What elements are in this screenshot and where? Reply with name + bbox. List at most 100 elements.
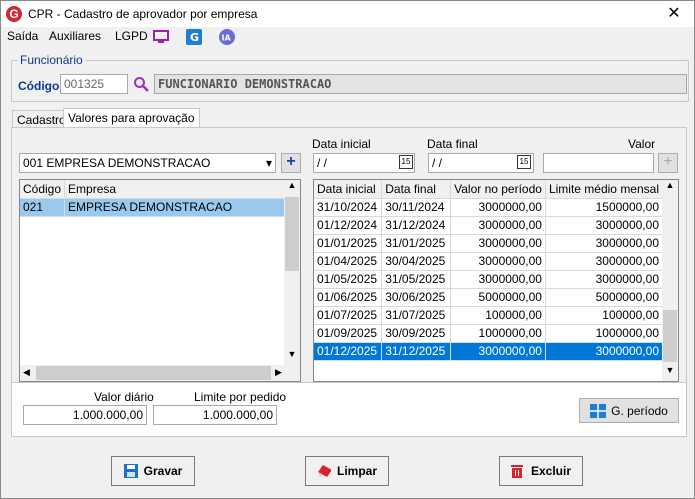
table-cell: 1000000,00: [545, 324, 664, 343]
scroll-down-icon[interactable]: ▼: [284, 349, 300, 365]
table-cell: 1000000,00: [450, 324, 546, 343]
table-cell: 30/09/2025: [381, 324, 451, 343]
chevron-down-icon[interactable]: ▾: [266, 156, 272, 170]
cell-empresa: EMPRESA DEMONSTRACAO: [64, 198, 286, 217]
funcionario-group: Funcionário Código 001325 FUNCIONARIO DE…: [11, 53, 689, 102]
table-row[interactable]: 01/09/2025 30/09/2025 1000000,00 1000000,00: [314, 324, 664, 343]
menu-auxiliares[interactable]: Auxiliares: [49, 29, 101, 43]
scroll-up-icon[interactable]: ▲: [284, 180, 300, 196]
monitor-icon[interactable]: [153, 29, 169, 45]
gravar-button[interactable]: Gravar: [111, 456, 195, 486]
periodos-scrollbar[interactable]: ▲ ▼: [662, 180, 678, 381]
hscroll-thumb[interactable]: [36, 366, 271, 380]
menu-saida[interactable]: Saída: [7, 29, 38, 43]
codigo-input[interactable]: 001325: [60, 74, 128, 94]
scroll-thumb[interactable]: [663, 310, 677, 362]
main-window: G CPR - Cadastro de aprovador por empres…: [0, 0, 695, 499]
table-cell: 31/07/2025: [381, 306, 451, 325]
table-row[interactable]: 021 EMPRESA DEMONSTRACAO: [20, 198, 286, 217]
table-cell: 01/12/2024: [314, 216, 383, 235]
add-empresa-button[interactable]: +: [281, 153, 301, 173]
tab-cadastro[interactable]: Cadastro: [12, 110, 71, 128]
table-cell: 01/04/2025: [314, 252, 383, 271]
calendar-icon[interactable]: 15: [399, 155, 413, 169]
add-periodo-button[interactable]: +: [658, 153, 678, 173]
periodos-grid-header: Data inicial Data final Valor no período…: [314, 180, 664, 199]
table-cell: 01/06/2025: [314, 288, 383, 307]
periodos-table: Data inicial Data final Valor no período…: [314, 180, 664, 361]
empresa-select[interactable]: 001 EMPRESA DEMONSTRACAO ▾: [19, 153, 276, 173]
save-icon: [123, 464, 138, 478]
valor-diario-input[interactable]: 1.000.000,00: [23, 405, 147, 425]
table-cell: 1500000,00: [545, 198, 664, 217]
table-cell: 5000000,00: [545, 288, 664, 307]
table-cell: 3000000,00: [450, 198, 546, 217]
table-cell: 31/05/2025: [381, 270, 451, 289]
table-row[interactable]: 01/05/2025 31/05/2025 3000000,00 3000000,00: [314, 270, 664, 289]
window-title: CPR - Cadastro de aprovador por empresa: [28, 7, 258, 21]
excluir-label: Excluir: [530, 464, 572, 478]
limpar-label: Limpar: [336, 464, 377, 478]
g-logo-icon[interactable]: G: [186, 29, 202, 45]
ia-assistant-icon[interactable]: IA: [219, 29, 235, 45]
header-valor-periodo: Valor no período: [450, 180, 546, 199]
codigo-label: Código: [18, 79, 60, 93]
funcionario-name-field: FUNCIONARIO DEMONSTRACAO: [154, 74, 687, 94]
table-cell: 3000000,00: [450, 234, 546, 253]
table-row[interactable]: 01/12/2025 31/12/2025 3000000,00 3000000,00: [314, 342, 664, 361]
table-cell: 3000000,00: [450, 270, 546, 289]
table-cell: 31/12/2025: [381, 342, 451, 361]
scroll-down-icon[interactable]: ▼: [662, 365, 678, 381]
data-inicial-label: Data inicial: [312, 137, 371, 151]
header-data-inicial: Data inicial: [314, 180, 383, 199]
search-icon[interactable]: [133, 76, 149, 95]
table-row[interactable]: 01/04/2025 30/04/2025 3000000,00 3000000,00: [314, 252, 664, 271]
close-button[interactable]: ✕: [654, 1, 694, 27]
table-cell: 100000,00: [545, 306, 664, 325]
eraser-icon: [317, 465, 331, 477]
table-cell: 01/09/2025: [314, 324, 383, 343]
table-cell: 3000000,00: [450, 216, 546, 235]
table-cell: 5000000,00: [450, 288, 546, 307]
limpar-button[interactable]: Limpar: [305, 456, 389, 486]
calendar-icon[interactable]: 15: [517, 155, 531, 169]
svg-text:IA: IA: [222, 34, 232, 43]
table-cell: 3000000,00: [545, 234, 664, 253]
table-row[interactable]: 01/06/2025 30/06/2025 5000000,00 5000000,00: [314, 288, 664, 307]
header-empresa: Empresa: [64, 180, 286, 199]
table-cell: 3000000,00: [545, 342, 664, 361]
table-cell: 01/05/2025: [314, 270, 383, 289]
valor-label: Valor: [628, 137, 656, 151]
table-cell: 31/01/2025: [381, 234, 451, 253]
menu-lgpd[interactable]: LGPD: [115, 29, 148, 43]
data-final-label: Data final: [427, 137, 478, 151]
menu-bar: Saída Auxiliares LGPD G IA: [1, 27, 694, 47]
table-cell: 01/01/2025: [314, 234, 383, 253]
g-periodo-button[interactable]: G. período: [579, 398, 679, 423]
scroll-right-icon[interactable]: ▶: [275, 367, 282, 378]
empresa-table: Código Empresa 021 EMPRESA DEMONSTRACAO: [20, 180, 286, 217]
funcionario-legend: Funcionário: [18, 53, 85, 67]
table-cell: 01/07/2025: [314, 306, 383, 325]
empresa-scrollbar[interactable]: ▲ ▼: [284, 180, 300, 365]
table-row[interactable]: 01/12/2024 31/12/2024 3000000,00 3000000,00: [314, 216, 664, 235]
limite-pedido-input[interactable]: 1.000.000,00: [153, 405, 277, 425]
table-cell: 3000000,00: [545, 216, 664, 235]
scroll-left-icon[interactable]: ◀: [23, 367, 30, 378]
table-cell: 3000000,00: [545, 270, 664, 289]
excluir-button[interactable]: Excluir: [499, 456, 583, 486]
tab-valores-aprovacao[interactable]: Valores para aprovação: [63, 108, 200, 128]
scroll-thumb[interactable]: [285, 197, 299, 271]
empresa-hscrollbar[interactable]: ◀ ▶: [20, 365, 300, 381]
empresa-select-value: 001 EMPRESA DEMONSTRACAO: [23, 156, 211, 170]
valor-diario-label: Valor diário: [94, 390, 154, 404]
table-row[interactable]: 01/07/2025 31/07/2025 100000,00 100000,00: [314, 306, 664, 325]
table-cell: 31/12/2024: [381, 216, 451, 235]
grid-icon: [590, 403, 607, 418]
table-cell: 30/11/2024: [381, 198, 451, 217]
valor-input[interactable]: [543, 153, 654, 173]
table-row[interactable]: 31/10/2024 30/11/2024 3000000,00 1500000,00: [314, 198, 664, 217]
g-periodo-label: G. período: [611, 403, 668, 418]
table-row[interactable]: 01/01/2025 31/01/2025 3000000,00 3000000,00: [314, 234, 664, 253]
scroll-up-icon[interactable]: ▲: [662, 180, 678, 196]
